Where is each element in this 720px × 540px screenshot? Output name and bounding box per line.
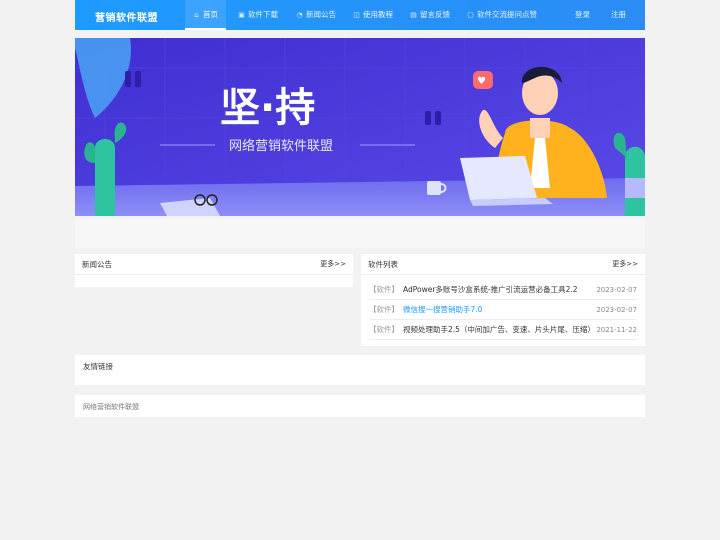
chat-icon: ▢ xyxy=(467,10,474,19)
login-link[interactable]: 登录 xyxy=(575,0,590,30)
banner-headline: 坚·持 xyxy=(220,85,315,131)
banner-subtitle: 网络营销软件联盟 xyxy=(229,138,333,154)
download-icon: ▣ xyxy=(238,10,245,19)
software-tag: 【软件】 xyxy=(369,285,399,294)
top-nav: 营销软件联盟 ⌂ 首页 ▣ 软件下载 ◔ 新闻公告 ◫ 使用教程 ▤ 留言反馈 … xyxy=(75,0,645,30)
feedback-icon: ▤ xyxy=(410,10,417,19)
nav-tutorial-label: 使用教程 xyxy=(363,10,393,19)
friend-links-panel: 友情链接 xyxy=(75,355,645,385)
nav-forum[interactable]: ▢ 软件交流提问点赞 xyxy=(467,0,537,30)
software-row[interactable]: 【软件】 视频处理助手2.5（中间加广告、变速、片头片尾、压缩） 2021-11… xyxy=(369,320,637,340)
nav-home[interactable]: ⌂ 首页 xyxy=(185,0,226,30)
footer-text: 网络营销软件联盟 xyxy=(83,403,139,411)
nav-download-label: 软件下载 xyxy=(248,10,278,19)
home-icon: ⌂ xyxy=(194,10,199,19)
software-tag: 【软件】 xyxy=(369,325,399,334)
news-panel-header: 新闻公告 更多>> xyxy=(75,254,353,275)
nav-download[interactable]: ▣ 软件下载 xyxy=(238,0,278,30)
software-panel: 软件列表 更多>> 【软件】 AdPower多账号沙盒系统-推广引流运营必备工具… xyxy=(361,254,645,346)
friend-links-title: 友情链接 xyxy=(83,362,113,371)
book-icon: ◫ xyxy=(353,10,360,19)
news-panel-title: 新闻公告 xyxy=(82,260,112,269)
nav-feedback[interactable]: ▤ 留言反馈 xyxy=(410,0,450,30)
nav-home-label: 首页 xyxy=(203,10,218,19)
software-row[interactable]: 【软件】 AdPower多账号沙盒系统-推广引流运营必备工具2.2 2023-0… xyxy=(369,280,637,300)
software-title-link[interactable]: AdPower多账号沙盒系统-推广引流运营必备工具2.2 xyxy=(403,280,596,299)
software-date: 2023-02-07 xyxy=(596,306,637,314)
nav-forum-label: 软件交流提问点赞 xyxy=(477,10,537,19)
footer: 网络营销软件联盟 xyxy=(75,395,645,417)
software-panel-title: 软件列表 xyxy=(368,260,398,269)
software-date: 2021-11-22 xyxy=(596,326,637,334)
news-more-link[interactable]: 更多>> xyxy=(320,254,346,274)
nav-news[interactable]: ◔ 新闻公告 xyxy=(296,0,336,30)
hero-banner[interactable]: 坚·持 网络营销软件联盟 ♥ xyxy=(75,38,645,216)
banner-illustration: 坚·持 网络营销软件联盟 ♥ xyxy=(75,38,645,216)
software-row[interactable]: 【软件】 微信搜一搜营销助手7.0 2023-02-07 xyxy=(369,300,637,320)
banner-spacer xyxy=(75,218,645,248)
site-logo[interactable]: 营销软件联盟 xyxy=(95,9,158,24)
software-more-link[interactable]: 更多>> xyxy=(612,254,638,274)
nav-news-label: 新闻公告 xyxy=(306,10,336,19)
software-title-link[interactable]: 视频处理助手2.5（中间加广告、变速、片头片尾、压缩） xyxy=(403,320,596,339)
bell-icon: ◔ xyxy=(296,10,303,19)
news-panel: 新闻公告 更多>> xyxy=(75,254,353,287)
nav-feedback-label: 留言反馈 xyxy=(420,10,450,19)
software-date: 2023-02-07 xyxy=(596,286,637,294)
software-panel-header: 软件列表 更多>> xyxy=(361,254,645,275)
svg-text:♥: ♥ xyxy=(477,76,486,87)
register-link[interactable]: 注册 xyxy=(611,0,626,30)
nav-tutorial[interactable]: ◫ 使用教程 xyxy=(353,0,393,30)
software-tag: 【软件】 xyxy=(369,305,399,314)
software-title-link[interactable]: 微信搜一搜营销助手7.0 xyxy=(403,300,596,319)
